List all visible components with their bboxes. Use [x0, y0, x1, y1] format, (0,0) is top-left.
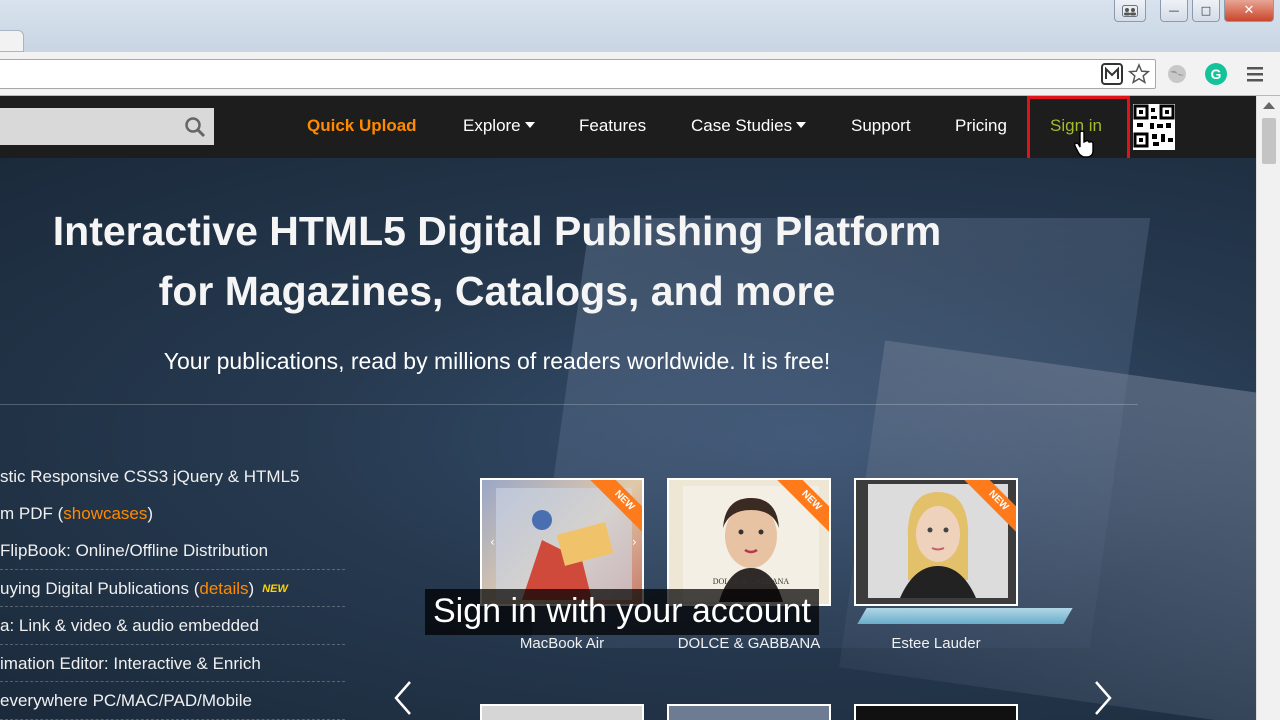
scroll-up-icon[interactable] [1263, 102, 1275, 109]
chevron-right-icon [1095, 681, 1112, 715]
feature-item: imation Editor: Interactive & Enrich [0, 645, 345, 682]
chevron-down-icon [524, 122, 535, 128]
window-controls: — □ ✕ [1114, 0, 1274, 22]
chevron-down-icon [796, 122, 807, 128]
feature-text: ) [147, 504, 154, 523]
feature-text: uying Digital Publications ( [0, 578, 200, 598]
showcase-shelf [857, 608, 1073, 624]
showcase-card-macbook-air[interactable]: ‹ › NEW [480, 478, 644, 606]
feature-list: stic Responsive CSS3 jQuery & HTML5 m PD… [0, 458, 345, 720]
showcase-label[interactable]: Estee Lauder [854, 635, 1018, 652]
hero-title-line1: Interactive HTML5 Digital Publishing Pla… [52, 208, 942, 254]
user-icon [1122, 4, 1138, 17]
address-bar[interactable] [0, 59, 1156, 89]
browser-tab[interactable] [0, 30, 24, 52]
feature-text: imation Editor: Interactive & Enrich [0, 653, 261, 673]
feature-item: everywhere PC/MAC/PAD/Mobile [0, 682, 345, 720]
hero-divider [0, 404, 1138, 405]
search-icon[interactable] [184, 116, 206, 138]
globe-icon[interactable] [1165, 62, 1189, 86]
user-profile-button[interactable] [1114, 0, 1146, 22]
chevron-left-icon [394, 681, 411, 715]
svg-text:›: › [632, 535, 637, 549]
showcase-card-estee-lauder[interactable]: NEW [854, 478, 1018, 606]
feature-item: a: Link & video & audio embedded [0, 607, 345, 645]
dolce-gabbana-logo-text: DOLCE & GABBANA [713, 577, 790, 586]
nav-explore-label: Explore [463, 116, 521, 135]
hand-cursor-icon [1073, 130, 1096, 163]
nav-support[interactable]: Support [851, 116, 911, 136]
maximize-button[interactable]: □ [1192, 0, 1220, 22]
nav-features[interactable]: Features [579, 116, 646, 136]
scrollbar-thumb[interactable] [1262, 118, 1276, 164]
svg-text:‹: ‹ [490, 535, 495, 549]
nav-explore[interactable]: Explore [463, 116, 535, 136]
nav-case-studies[interactable]: Case Studies [691, 116, 807, 136]
site-search-input[interactable] [0, 108, 214, 145]
minimize-button[interactable]: — [1160, 0, 1188, 22]
browser-toolbar [0, 52, 1280, 96]
hero-subtitle: Your publications, read by millions of r… [163, 348, 831, 374]
showcases-link[interactable]: showcases [63, 504, 147, 523]
browser-titlebar: — □ ✕ [0, 0, 1280, 52]
feature-text: ) [248, 578, 255, 598]
hero-title-line2: for Magazines, Catalogs, and more [158, 268, 836, 314]
feature-text: everywhere PC/MAC/PAD/Mobile [0, 691, 252, 710]
nav-quick-upload[interactable]: Quick Upload [307, 116, 417, 136]
feature-text: stic Responsive CSS3 jQuery & HTML5 [0, 467, 300, 486]
feature-text: a: Link & video & audio embedded [0, 616, 259, 635]
nav-case-studies-label: Case Studies [691, 116, 793, 135]
feature-text: FlipBook: Online/Offline Distribution [0, 541, 269, 560]
showcase-card-dolce-gabbana[interactable]: DOLCE & GABBANA NEW [667, 478, 831, 606]
page-scrollbar[interactable] [1256, 96, 1280, 720]
hero-section: Interactive HTML5 Digital Publishing Pla… [0, 158, 1256, 720]
showcase-card-row2[interactable] [854, 704, 1018, 720]
extension-icon[interactable] [1100, 62, 1124, 86]
grammarly-letter: G [1211, 66, 1222, 82]
grammarly-icon[interactable]: G [1204, 62, 1228, 86]
carousel-next-button[interactable] [1088, 678, 1118, 718]
showcase-card-row2[interactable] [667, 704, 831, 720]
qr-code-icon[interactable] [1133, 104, 1175, 150]
showcase-card-row2[interactable] [480, 704, 644, 720]
feature-item: FlipBook: Online/Offline Distribution [0, 532, 345, 570]
video-caption: Sign in with your account [425, 589, 819, 635]
feature-item: uying Digital Publications (details) NEW [0, 570, 345, 607]
menu-icon[interactable] [1243, 62, 1267, 86]
feature-item: stic Responsive CSS3 jQuery & HTML5 m PD… [0, 458, 345, 532]
feature-text: m PDF ( [0, 504, 64, 523]
new-badge: NEW [262, 582, 288, 595]
showcase-label[interactable]: DOLCE & GABBANA [667, 635, 831, 652]
details-link[interactable]: details [199, 579, 248, 598]
nav-pricing[interactable]: Pricing [955, 116, 1007, 136]
star-icon[interactable] [1127, 62, 1151, 86]
carousel-prev-button[interactable] [388, 678, 418, 718]
showcase-label[interactable]: MacBook Air [480, 635, 644, 652]
close-button[interactable]: ✕ [1224, 0, 1274, 22]
